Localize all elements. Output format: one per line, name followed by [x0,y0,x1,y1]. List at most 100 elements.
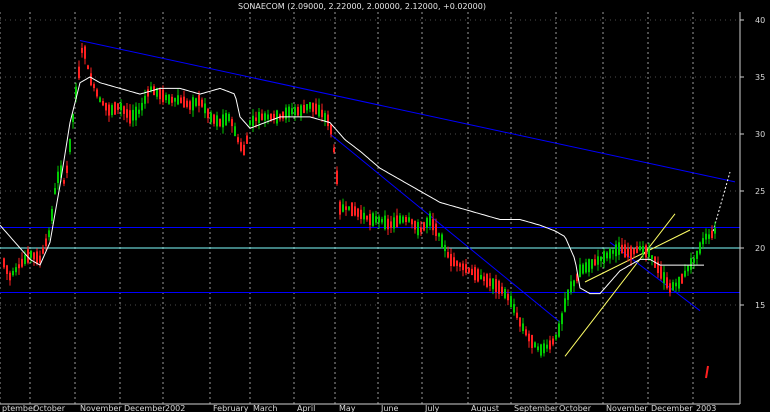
candle-body [693,258,695,263]
candle-body [261,113,263,121]
candle-body [486,274,488,287]
candle-body [333,147,335,153]
candle-body [453,257,455,267]
candle-body [342,204,344,212]
price-chart: 152025303540ptemberOctober November Decemb… [0,2,765,412]
candle-body [195,98,197,106]
x-tick-label: April [297,404,315,412]
candle-body [18,264,20,269]
candle-body [534,342,536,348]
candle-body [162,89,164,103]
candle-body [12,270,14,276]
y-tick-label: 35 [755,73,765,82]
candle-body [390,221,392,228]
candle-body [144,95,146,104]
candle-body [636,246,638,254]
candle-body [285,107,287,120]
candle-body [366,216,368,220]
candle-body [105,102,107,111]
candle-body [639,246,641,250]
y-tick-label: 30 [755,130,765,139]
trendlines-layer [79,40,736,357]
candle-body [480,274,482,280]
candle-body [219,118,221,127]
candle-body [330,124,332,135]
candle-body [114,102,116,115]
candle-body [324,113,326,121]
y-tick-label: 40 [755,16,765,25]
candle-body [9,272,11,281]
candle-body [408,217,410,222]
candle-body [396,215,398,227]
candle-body [57,171,59,183]
candle-body [606,252,608,259]
candle-body [108,104,110,116]
candle-body [99,97,101,103]
candle-body [171,96,173,103]
candle-body [468,267,470,273]
candle-body [180,97,182,104]
candle-body [498,280,500,294]
candle-body [240,142,242,151]
axis-layer: 152025303540ptemberOctober November Decemb… [0,12,765,412]
candle-body [372,213,374,226]
candle-body [558,323,560,337]
candle-body [129,110,131,124]
candle-body [591,259,593,269]
candle-body [645,245,647,258]
candle-body [417,222,419,236]
candle-body [552,338,554,345]
candle-body [255,117,257,121]
candle-body [615,244,617,257]
candle-body [510,296,512,308]
candle-body [306,104,308,111]
candle-body [513,304,515,313]
candle-body [429,213,431,226]
candle-body [102,101,104,106]
candle-body [690,258,692,270]
candle-body [375,216,377,223]
candle-body [186,100,188,107]
candle-body [507,293,509,301]
candle-body [711,230,713,238]
candle-body [600,256,602,261]
x-tick-label: December [651,404,693,412]
candle-body [378,216,380,223]
candle-body [210,112,212,123]
candle-body [264,113,266,121]
candle-body [651,255,653,259]
candle-body [234,126,236,137]
candle-body [36,251,38,264]
candle-body [363,212,365,220]
candle-body [384,215,386,230]
candle-body [561,313,563,325]
candle-body [702,238,704,245]
x-tick-label: February [213,404,249,412]
candle-body [96,89,98,97]
candle-body [402,216,404,223]
candle-body [531,334,533,348]
candle-body [570,281,572,293]
candle-body [462,263,464,271]
candle-body [201,99,203,107]
candle-body [81,47,83,53]
candle-body [93,84,95,89]
candle-body [624,244,626,258]
candle-body [39,255,41,264]
candle-body [504,288,506,299]
x-tick-label: October [559,404,592,412]
candle-body [525,329,527,336]
candle-body [357,208,359,217]
candle-body [588,259,590,273]
candle-body [672,282,674,291]
candle-body [123,106,125,114]
candle-body [642,246,644,254]
candle-body [579,264,581,278]
candle-body [618,242,620,255]
candle-body [231,119,233,127]
candle-body [582,264,584,274]
candle-body [132,109,134,121]
candle-body [90,73,92,86]
candle-body [648,249,650,258]
x-tick-label: November [606,404,648,412]
